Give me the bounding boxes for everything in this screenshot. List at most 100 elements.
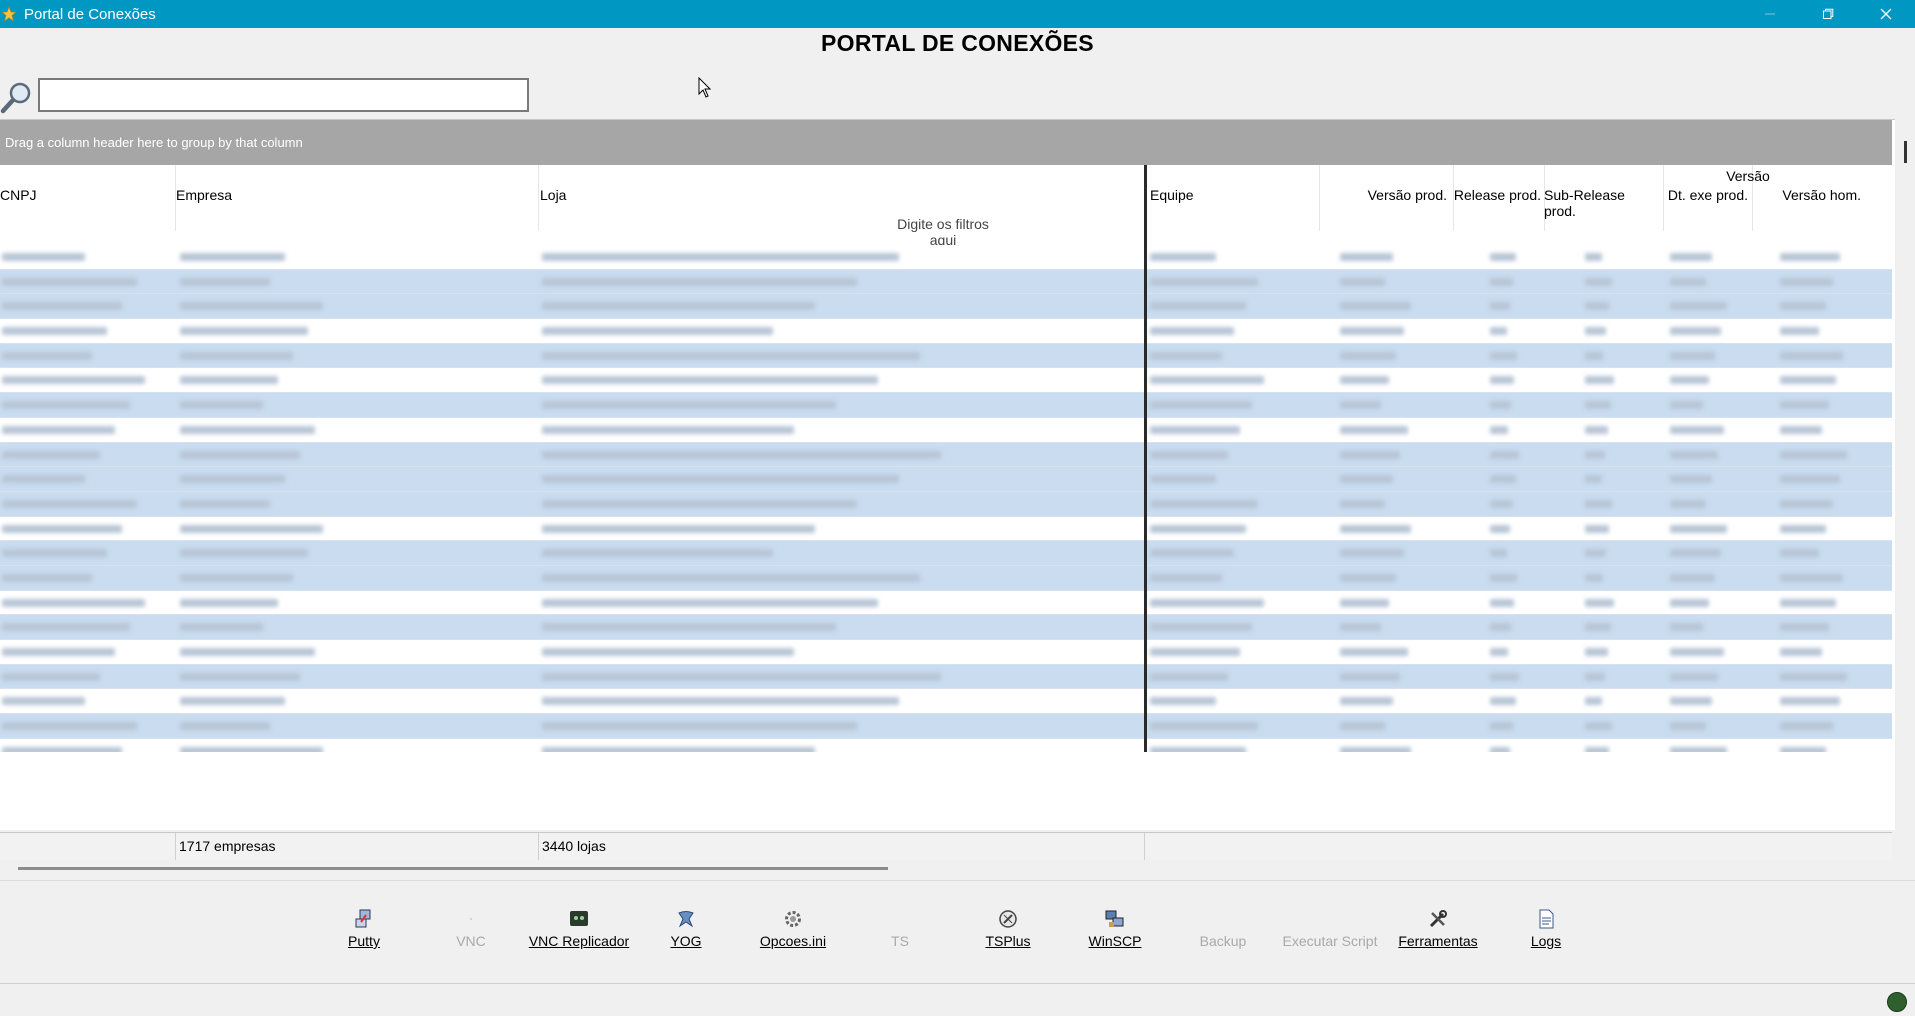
blurred-cell (1490, 277, 1513, 286)
vertical-scrollbar[interactable] (1895, 119, 1915, 879)
blurred-cell (1340, 450, 1400, 459)
table-row[interactable] (0, 516, 1892, 542)
yog-button[interactable]: YOG (631, 909, 741, 949)
status-bar (0, 983, 1915, 1016)
logs-button[interactable]: Logs (1491, 909, 1601, 949)
blurred-cell (1585, 722, 1612, 731)
minimize-button[interactable] (1741, 0, 1799, 28)
table-row[interactable] (0, 664, 1892, 690)
star-icon (1, 6, 17, 22)
vertical-scroll-thumb[interactable] (1904, 141, 1907, 163)
blurred-cell (1490, 524, 1510, 533)
blurred-cell (1670, 623, 1703, 632)
page-title: PORTAL DE CONEXÕES (821, 30, 1094, 56)
ferramentas-button[interactable]: Ferramentas (1383, 909, 1493, 949)
opcoes-ini-button[interactable]: Opcoes.ini (738, 909, 848, 949)
group-by-panel[interactable]: Drag a column header here to group by th… (0, 120, 1892, 165)
table-row[interactable] (0, 590, 1892, 616)
blurred-cell (1670, 425, 1724, 434)
blurred-cell (180, 648, 315, 656)
winscp-button[interactable]: WinSCP (1060, 909, 1170, 949)
blurred-cell (1780, 499, 1833, 508)
blurred-cell (1780, 648, 1822, 656)
tsplus-button[interactable]: TSPlus (953, 909, 1063, 949)
blurred-cell (1340, 672, 1400, 681)
blurred-cell (1340, 524, 1412, 533)
blurred-cell (2, 499, 137, 508)
blurred-cell (1780, 351, 1843, 360)
blurred-cell (1150, 672, 1228, 681)
table-row[interactable] (0, 491, 1892, 517)
column-header-empresa[interactable]: Empresa (175, 165, 538, 231)
minimize-icon (1765, 13, 1775, 15)
search-input[interactable] (38, 78, 529, 112)
table-row[interactable] (0, 714, 1892, 739)
table-row[interactable] (0, 640, 1892, 665)
blurred-cell (1490, 746, 1510, 752)
table-row[interactable] (0, 541, 1892, 566)
blurred-cell (180, 401, 263, 410)
window-title: Portal de Conexões (24, 5, 156, 23)
column-header-cnpj[interactable]: CNPJ (0, 165, 175, 231)
blurred-cell (180, 573, 293, 582)
ts-button[interactable]: TS (845, 909, 955, 949)
table-row[interactable] (0, 319, 1892, 344)
column-header-release-prod[interactable]: Release prod. (1453, 165, 1544, 231)
column-header-loja[interactable]: Loja (538, 165, 1144, 231)
blurred-cell (1780, 672, 1847, 681)
horizontal-scrollbar[interactable] (0, 860, 1895, 876)
blurred-cell (1670, 524, 1727, 533)
blurred-cell (542, 327, 773, 336)
blurred-cell (180, 722, 270, 731)
vnc-replicador-button[interactable]: VNC Replicador (524, 909, 634, 949)
vnc-replicador-icon (570, 911, 588, 926)
blurred-cell (1585, 277, 1612, 286)
table-row[interactable] (0, 245, 1892, 270)
blurred-cell (1490, 450, 1519, 459)
blurred-cell (1670, 327, 1721, 336)
blurred-cell (542, 549, 773, 558)
table-row[interactable] (0, 417, 1892, 443)
blurred-cell (180, 475, 285, 484)
column-header-sub-release-prod[interactable]: Sub-Release prod. (1544, 165, 1663, 231)
table-row[interactable] (0, 615, 1892, 640)
ts-icon (890, 909, 910, 929)
blurred-cell (1340, 302, 1412, 311)
blurred-cell (2, 425, 115, 434)
table-row[interactable] (0, 343, 1892, 369)
table-row[interactable] (0, 442, 1892, 468)
close-window-button[interactable] (1857, 0, 1915, 28)
column-header-versao-prod[interactable]: Versão prod. (1319, 165, 1453, 231)
column-header-equipe[interactable]: Equipe (1147, 165, 1319, 231)
executar-script-button[interactable]: Executar Script (1275, 909, 1385, 949)
putty-button[interactable]: Putty (309, 909, 419, 949)
table-row[interactable] (0, 689, 1892, 715)
horizontal-scroll-thumb[interactable] (18, 867, 888, 870)
blurred-cell (180, 253, 285, 261)
table-row[interactable] (0, 269, 1892, 295)
blurred-cell (1585, 401, 1611, 410)
table-row[interactable] (0, 294, 1892, 320)
blurred-cell (1490, 549, 1507, 558)
table-row[interactable] (0, 738, 1892, 752)
blurred-cell (1670, 746, 1727, 752)
blurred-cell (1490, 376, 1514, 385)
restore-button[interactable] (1799, 0, 1857, 28)
backup-button[interactable]: Backup (1168, 909, 1278, 949)
blurred-cell (1490, 697, 1516, 706)
table-row[interactable] (0, 368, 1892, 394)
blurred-cell (1340, 253, 1393, 261)
blurred-cell (1340, 623, 1382, 632)
blurred-cell (1150, 401, 1252, 410)
blurred-cell (1340, 351, 1397, 360)
blurred-cell (1340, 598, 1389, 607)
grid-body (0, 245, 1892, 752)
table-row[interactable] (0, 565, 1892, 591)
column-band-versao: Versão (1726, 168, 1770, 184)
vnc-button[interactable]: VNC (416, 909, 526, 949)
filter-row-hint[interactable]: Digite os filtros aqui (883, 216, 1003, 248)
search-bar (0, 78, 535, 116)
blurred-cell (1150, 351, 1222, 360)
table-row[interactable] (0, 467, 1892, 492)
table-row[interactable] (0, 393, 1892, 418)
